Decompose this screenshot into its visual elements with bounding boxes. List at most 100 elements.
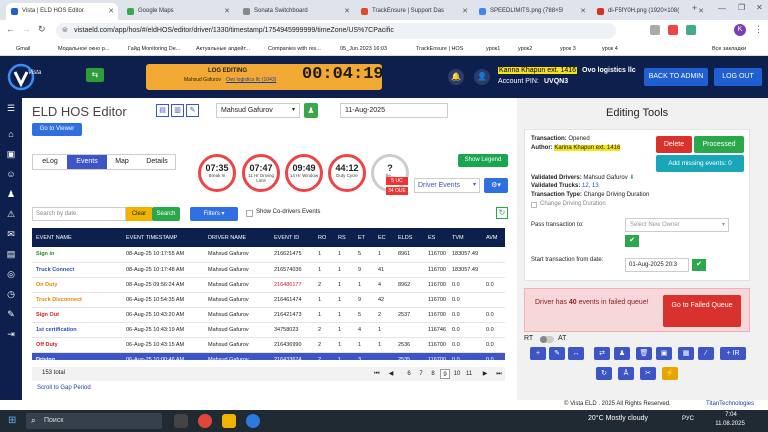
url-input[interactable]: ⊜ vistaeld.com/app/hos/#/eldHOS/editor/d…: [56, 23, 616, 39]
back-to-admin-button[interactable]: BACK TO ADMIN: [644, 68, 708, 86]
table-row[interactable]: 1st certification 06-Aug-25 10:43:19 AM Ma…: [32, 322, 505, 338]
bookmark-item[interactable]: урок2: [518, 42, 532, 56]
users-icon[interactable]: ☺: [5, 168, 17, 180]
table-row[interactable]: Truck Connect 08-Aug-25 10:17:48 AM Mahsud…: [32, 262, 505, 278]
prev-page-icon[interactable]: ◀: [386, 369, 396, 379]
browser-menu-icon[interactable]: ⋮: [754, 24, 763, 35]
truck-tool-icon[interactable]: ▣: [656, 347, 672, 360]
browser-tab[interactable]: di-F5fY0H.png (1920×108(✕: [592, 3, 708, 20]
alert-icon[interactable]: ⚠: [5, 208, 17, 220]
tools-icon[interactable]: ✎: [5, 308, 17, 320]
globe-icon[interactable]: ◎: [5, 268, 17, 280]
bookmark-item[interactable]: Гайд Monitoring De...: [128, 42, 180, 56]
driver-events-select[interactable]: Driver Events ▾: [414, 178, 480, 193]
edit-icon[interactable]: ✎: [186, 104, 199, 117]
language-indicator[interactable]: РУС: [682, 416, 694, 422]
tab-map[interactable]: Map: [107, 155, 137, 169]
table-row[interactable]: On Duty 08-Aug-25 09:56:24 AM Mahsud Gafur…: [32, 277, 505, 293]
site-info-icon[interactable]: ⊜: [62, 23, 68, 39]
bookmark-item[interactable]: урок1: [486, 42, 500, 56]
new-tab-icon[interactable]: +: [692, 3, 697, 13]
filters-button[interactable]: Filters ▾: [190, 207, 238, 221]
bookmark-item[interactable]: Companies with res...: [268, 42, 321, 56]
extension-icon[interactable]: [686, 25, 696, 35]
explorer-taskbar-icon[interactable]: [222, 414, 236, 428]
search-button[interactable]: Search: [152, 207, 180, 221]
close-tab-icon[interactable]: ✕: [344, 3, 350, 20]
table-row[interactable]: Truck Disconnect 06-Aug-25 10:54:35 AM Mah…: [32, 292, 505, 308]
column-header[interactable]: RO: [314, 228, 334, 247]
bookmark-item[interactable]: урок 4: [602, 42, 618, 56]
page-number[interactable]: 8: [428, 369, 438, 379]
close-tab-icon[interactable]: ✕: [224, 3, 230, 20]
delete-button[interactable]: Delete: [656, 136, 692, 153]
reload-icon[interactable]: ↻: [38, 24, 46, 35]
show-legend-button[interactable]: Show Legend: [458, 154, 508, 167]
column-header[interactable]: DRIVER NAME: [204, 228, 270, 247]
chat-icon[interactable]: ✉: [5, 228, 17, 240]
bell-icon[interactable]: 🔔: [448, 69, 464, 85]
lightning-icon[interactable]: ⚡: [662, 367, 678, 380]
close-window-icon[interactable]: ✕: [756, 3, 763, 12]
date-search-input[interactable]: Search by date: [32, 207, 126, 221]
driver-select[interactable]: Mahsud Gafurov ▾: [216, 103, 300, 118]
column-header[interactable]: RS: [334, 228, 354, 247]
next-page-icon[interactable]: ▶: [480, 369, 490, 379]
menu-icon[interactable]: ☰: [5, 102, 17, 114]
profile-avatar[interactable]: K: [734, 24, 746, 36]
doc-icon[interactable]: ▤: [156, 104, 169, 117]
confirm-start-date-button[interactable]: ✔: [692, 259, 706, 271]
column-header[interactable]: AVM: [482, 228, 505, 247]
date-input[interactable]: 11-Aug-2025: [340, 103, 448, 118]
settings-gear-button[interactable]: ⚙▾: [484, 178, 508, 193]
page-number[interactable]: 7: [416, 369, 426, 379]
table-row[interactable]: Off Duty 06-Aug-25 10:43:15 AM Mahsud Gafu…: [32, 337, 505, 353]
close-tab-icon[interactable]: ✕: [462, 3, 468, 20]
refresh-icon[interactable]: ↻: [496, 207, 508, 219]
browser-tab[interactable]: Sonata Switchboard ✕: [238, 3, 354, 20]
column-header[interactable]: ES: [424, 228, 448, 247]
column-header[interactable]: EVENT NAME: [32, 228, 122, 247]
bookmark-item[interactable]: 05_Jun.2023 16:03: [340, 42, 387, 56]
browser-tab[interactable]: SPEEDLIMITS.png (788×5! ✕: [474, 3, 590, 20]
bookmark-item[interactable]: Актуальные апдейт...: [196, 42, 250, 56]
column-header[interactable]: EC: [374, 228, 394, 247]
column-header[interactable]: EVENT ID: [270, 228, 314, 247]
insert-ir-button[interactable]: + IR: [720, 347, 746, 360]
windows-start-icon[interactable]: ⊞: [8, 415, 20, 427]
page-number[interactable]: 10: [452, 369, 462, 379]
go-to-failed-queue-button[interactable]: Go to Failed Queue: [663, 295, 741, 327]
bookmark-item[interactable]: Gmail: [16, 42, 30, 56]
owner-select[interactable]: Select New Owner ▾: [625, 218, 729, 232]
clear-button[interactable]: Clear: [126, 207, 152, 221]
resize-icon[interactable]: ↔: [568, 347, 584, 360]
table-row[interactable]: Sign Out 06-Aug-25 10:43:20 AM Mahsud Gafu…: [32, 307, 505, 323]
first-page-icon[interactable]: ⏮: [372, 369, 382, 379]
scroll-to-gap-link[interactable]: Scroll to Gap Period: [37, 385, 91, 391]
column-header[interactable]: ELDS: [394, 228, 424, 247]
home-icon[interactable]: ⌂: [5, 128, 17, 140]
logout-button[interactable]: LOG OUT: [714, 68, 762, 86]
browser-tab[interactable]: Google Maps ✕: [122, 3, 234, 20]
page-number[interactable]: 9: [440, 369, 450, 379]
close-tab-icon[interactable]: ✕: [580, 3, 586, 20]
truck-icon[interactable]: ▣: [5, 148, 17, 160]
processed-button[interactable]: Processed: [694, 136, 744, 153]
user-icon[interactable]: 👤: [474, 69, 490, 85]
task-view-icon[interactable]: [174, 414, 188, 428]
vista-logo[interactable]: [6, 62, 36, 92]
sync-icon[interactable]: ↻: [596, 367, 612, 380]
confirm-owner-button[interactable]: ✔: [625, 235, 639, 247]
bookmark-item[interactable]: Все закладки: [712, 42, 746, 56]
browser-tab[interactable]: TrackEnsure | Support Das ✕: [356, 3, 472, 20]
change-driving-duration-checkbox[interactable]: [531, 202, 537, 208]
report-icon[interactable]: ▥: [171, 104, 184, 117]
grid-icon[interactable]: ▦: [678, 347, 694, 360]
extension-icon[interactable]: [668, 25, 678, 35]
column-header[interactable]: EVENT TIMESTAMP: [122, 228, 204, 247]
swap-icon[interactable]: ⇄: [594, 347, 610, 360]
driver-status-icon[interactable]: ♟: [304, 103, 318, 118]
tab-details[interactable]: Details: [137, 155, 177, 169]
extension-icon[interactable]: [650, 25, 660, 35]
page-number[interactable]: 11: [464, 369, 474, 379]
